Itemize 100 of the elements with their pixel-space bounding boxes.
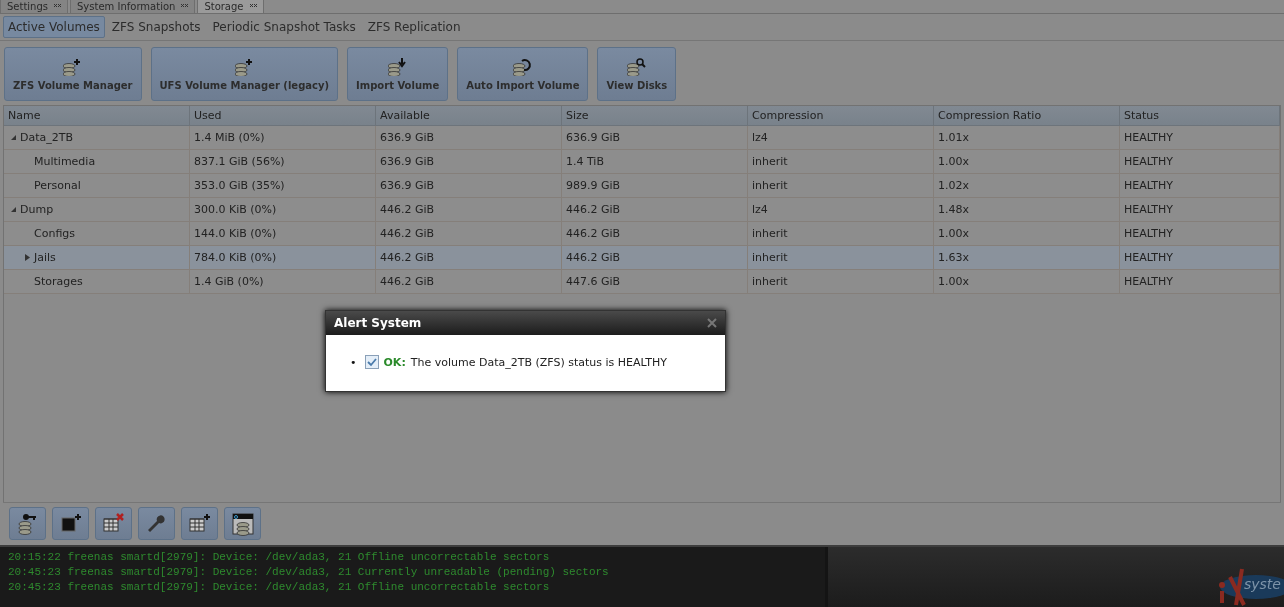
table-cell: 144.0 KiB (0%) (190, 222, 376, 245)
column-header[interactable]: Available (376, 106, 562, 125)
table-cell: Jails (34, 251, 56, 264)
table-cell: 353.0 GiB (35%) (190, 174, 376, 197)
table-cell: Multimedia (34, 155, 96, 168)
table-cell: 300.0 KiB (0%) (190, 198, 376, 221)
check-icon (366, 357, 377, 367)
expand-triangle-icon[interactable] (24, 254, 31, 261)
table-row[interactable]: Dump 300.0 KiB (0%) 446.2 GiB 446.2 GiB lz4 1.48x HEALTHY (4, 198, 1280, 222)
console-line: 20:45:23 freenas smartd[2979]: Device: /dev/ada3, 21 Currently unreadable (pending) sectors (8, 565, 610, 580)
dialog-title: Alert System (334, 316, 422, 330)
table-cell: inherit (748, 150, 934, 173)
table-cell: Personal (34, 179, 81, 192)
disk-plus-icon (234, 57, 254, 76)
close-icon[interactable] (249, 4, 257, 9)
table-cell: 446.2 GiB (562, 222, 748, 245)
toolbar-button[interactable]: UFS Volume Manager (legacy) (150, 47, 339, 101)
table-cell: inherit (748, 222, 934, 245)
column-header[interactable]: Compression (748, 106, 934, 125)
column-header[interactable]: Status (1120, 106, 1280, 125)
close-icon[interactable] (181, 4, 189, 9)
table-cell: Dump (20, 203, 54, 216)
table-cell: inherit (748, 270, 934, 293)
table-cell: 989.9 GiB (562, 174, 748, 197)
disk-import-icon (388, 57, 408, 76)
table-cell: HEALTHY (1120, 174, 1280, 197)
list-bullet: • (350, 355, 357, 369)
table-cell: inherit (748, 174, 934, 197)
close-icon[interactable] (54, 4, 61, 9)
table-cell: 446.2 GiB (376, 198, 562, 221)
top-tab[interactable]: Settings (0, 0, 68, 14)
table-cell: Storages (34, 275, 83, 288)
toolbar-button[interactable]: View Disks (597, 47, 677, 101)
table-cell: 446.2 GiB (562, 198, 748, 221)
table-cell: 1.4 TiB (562, 150, 748, 173)
sub-tab[interactable]: ZFS Replication (362, 16, 466, 38)
console-line: 20:15:22 freenas smartd[2979]: Device: /dev/ada3, 21 Offline uncorrectable sectors (8, 550, 551, 565)
table-cell: 1.00x (934, 222, 1120, 245)
toolbar-button[interactable] (9, 507, 46, 540)
table-row[interactable]: Configs 144.0 KiB (0%) 446.2 GiB 446.2 GiB inherit 1.00x HEALTHY (4, 222, 1280, 246)
table-cell: 636.9 GiB (562, 126, 748, 149)
table-cell: 446.2 GiB (376, 222, 562, 245)
toolbar-button[interactable] (181, 507, 218, 540)
table-cell: 446.2 GiB (562, 246, 748, 269)
table-cell: 636.9 GiB (376, 174, 562, 197)
table-cell: 1.63x (934, 246, 1120, 269)
collapse-triangle-icon[interactable] (10, 134, 17, 141)
console-line: 20:45:23 freenas smartd[2979]: Device: /dev/ada3, 21 Offline uncorrectable sectors (8, 580, 551, 595)
table-cell: 1.48x (934, 198, 1120, 221)
table-cell: 636.9 GiB (376, 150, 562, 173)
toolbar-button[interactable] (224, 507, 261, 540)
logo-text: syste (1244, 576, 1281, 592)
disk-window-icon (230, 511, 255, 536)
table-cell: 1.00x (934, 150, 1120, 173)
sub-tab[interactable]: ZFS Snapshots (106, 16, 206, 38)
table-cell: 1.00x (934, 270, 1120, 293)
table-cell: HEALTHY (1120, 126, 1280, 149)
toolbar-button[interactable] (52, 507, 89, 540)
table-row[interactable]: Data_2TB 1.4 MiB (0%) 636.9 GiB 636.9 GiB lz4 1.01x HEALTHY (4, 126, 1280, 150)
table-cell: 1.4 MiB (0%) (190, 126, 376, 149)
table-cell: inherit (748, 246, 934, 269)
disk-search-icon (627, 57, 647, 76)
table-cell: 636.9 GiB (376, 126, 562, 149)
toolbar-button[interactable] (95, 507, 132, 540)
table-cell: Configs (34, 227, 76, 240)
top-tab[interactable]: System Information (70, 0, 196, 14)
toolbar-button[interactable]: Auto Import Volume (457, 47, 589, 101)
table-cell: HEALTHY (1120, 198, 1280, 221)
table-cell: Data_2TB (20, 131, 74, 144)
table-cell: HEALTHY (1120, 270, 1280, 293)
close-icon[interactable] (707, 318, 717, 328)
table-cell: lz4 (748, 126, 934, 149)
table-cell: lz4 (748, 198, 934, 221)
collapse-triangle-icon[interactable] (10, 206, 17, 213)
toolbar-button[interactable]: Import Volume (347, 47, 449, 101)
disk-refresh-icon (513, 57, 533, 76)
table-cell: 1.02x (934, 174, 1120, 197)
alert-message: The volume Data_2TB (ZFS) status is HEALTHY (410, 355, 667, 369)
table-cell: HEALTHY (1120, 150, 1280, 173)
sub-tab[interactable]: Active Volumes (3, 16, 105, 38)
column-header[interactable]: Compression Ratio (934, 106, 1120, 125)
table-cell: HEALTHY (1120, 222, 1280, 245)
checkbox[interactable] (364, 355, 379, 369)
column-header[interactable]: Size (562, 106, 748, 125)
sub-tab[interactable]: Periodic Snapshot Tasks (207, 16, 361, 38)
table-cell: 837.1 GiB (56%) (190, 150, 376, 173)
table-row[interactable]: Personal 353.0 GiB (35%) 636.9 GiB 989.9 GiB inherit 1.02x HEALTHY (4, 174, 1280, 198)
top-tab[interactable]: Storage (197, 0, 264, 14)
table-cell: HEALTHY (1120, 246, 1280, 269)
table-cell: 447.6 GiB (562, 270, 748, 293)
column-header[interactable]: Name (4, 106, 190, 125)
column-header[interactable]: Used (190, 106, 376, 125)
table-row[interactable]: Jails 784.0 KiB (0%) 446.2 GiB 446.2 GiB inherit 1.63x HEALTHY (4, 246, 1280, 270)
table-cell: 446.2 GiB (376, 270, 562, 293)
table-cell: 446.2 GiB (376, 246, 562, 269)
table-cell: 784.0 KiB (0%) (190, 246, 376, 269)
table-row[interactable]: Storages 1.4 GiB (0%) 446.2 GiB 447.6 GiB inherit 1.00x HEALTHY (4, 270, 1280, 294)
table-cell: 1.4 GiB (0%) (190, 270, 376, 293)
table-row[interactable]: Multimedia 837.1 GiB (56%) 636.9 GiB 1.4 TiB inherit 1.00x HEALTHY (4, 150, 1280, 174)
toolbar-button[interactable]: ZFS Volume Manager (4, 47, 142, 101)
